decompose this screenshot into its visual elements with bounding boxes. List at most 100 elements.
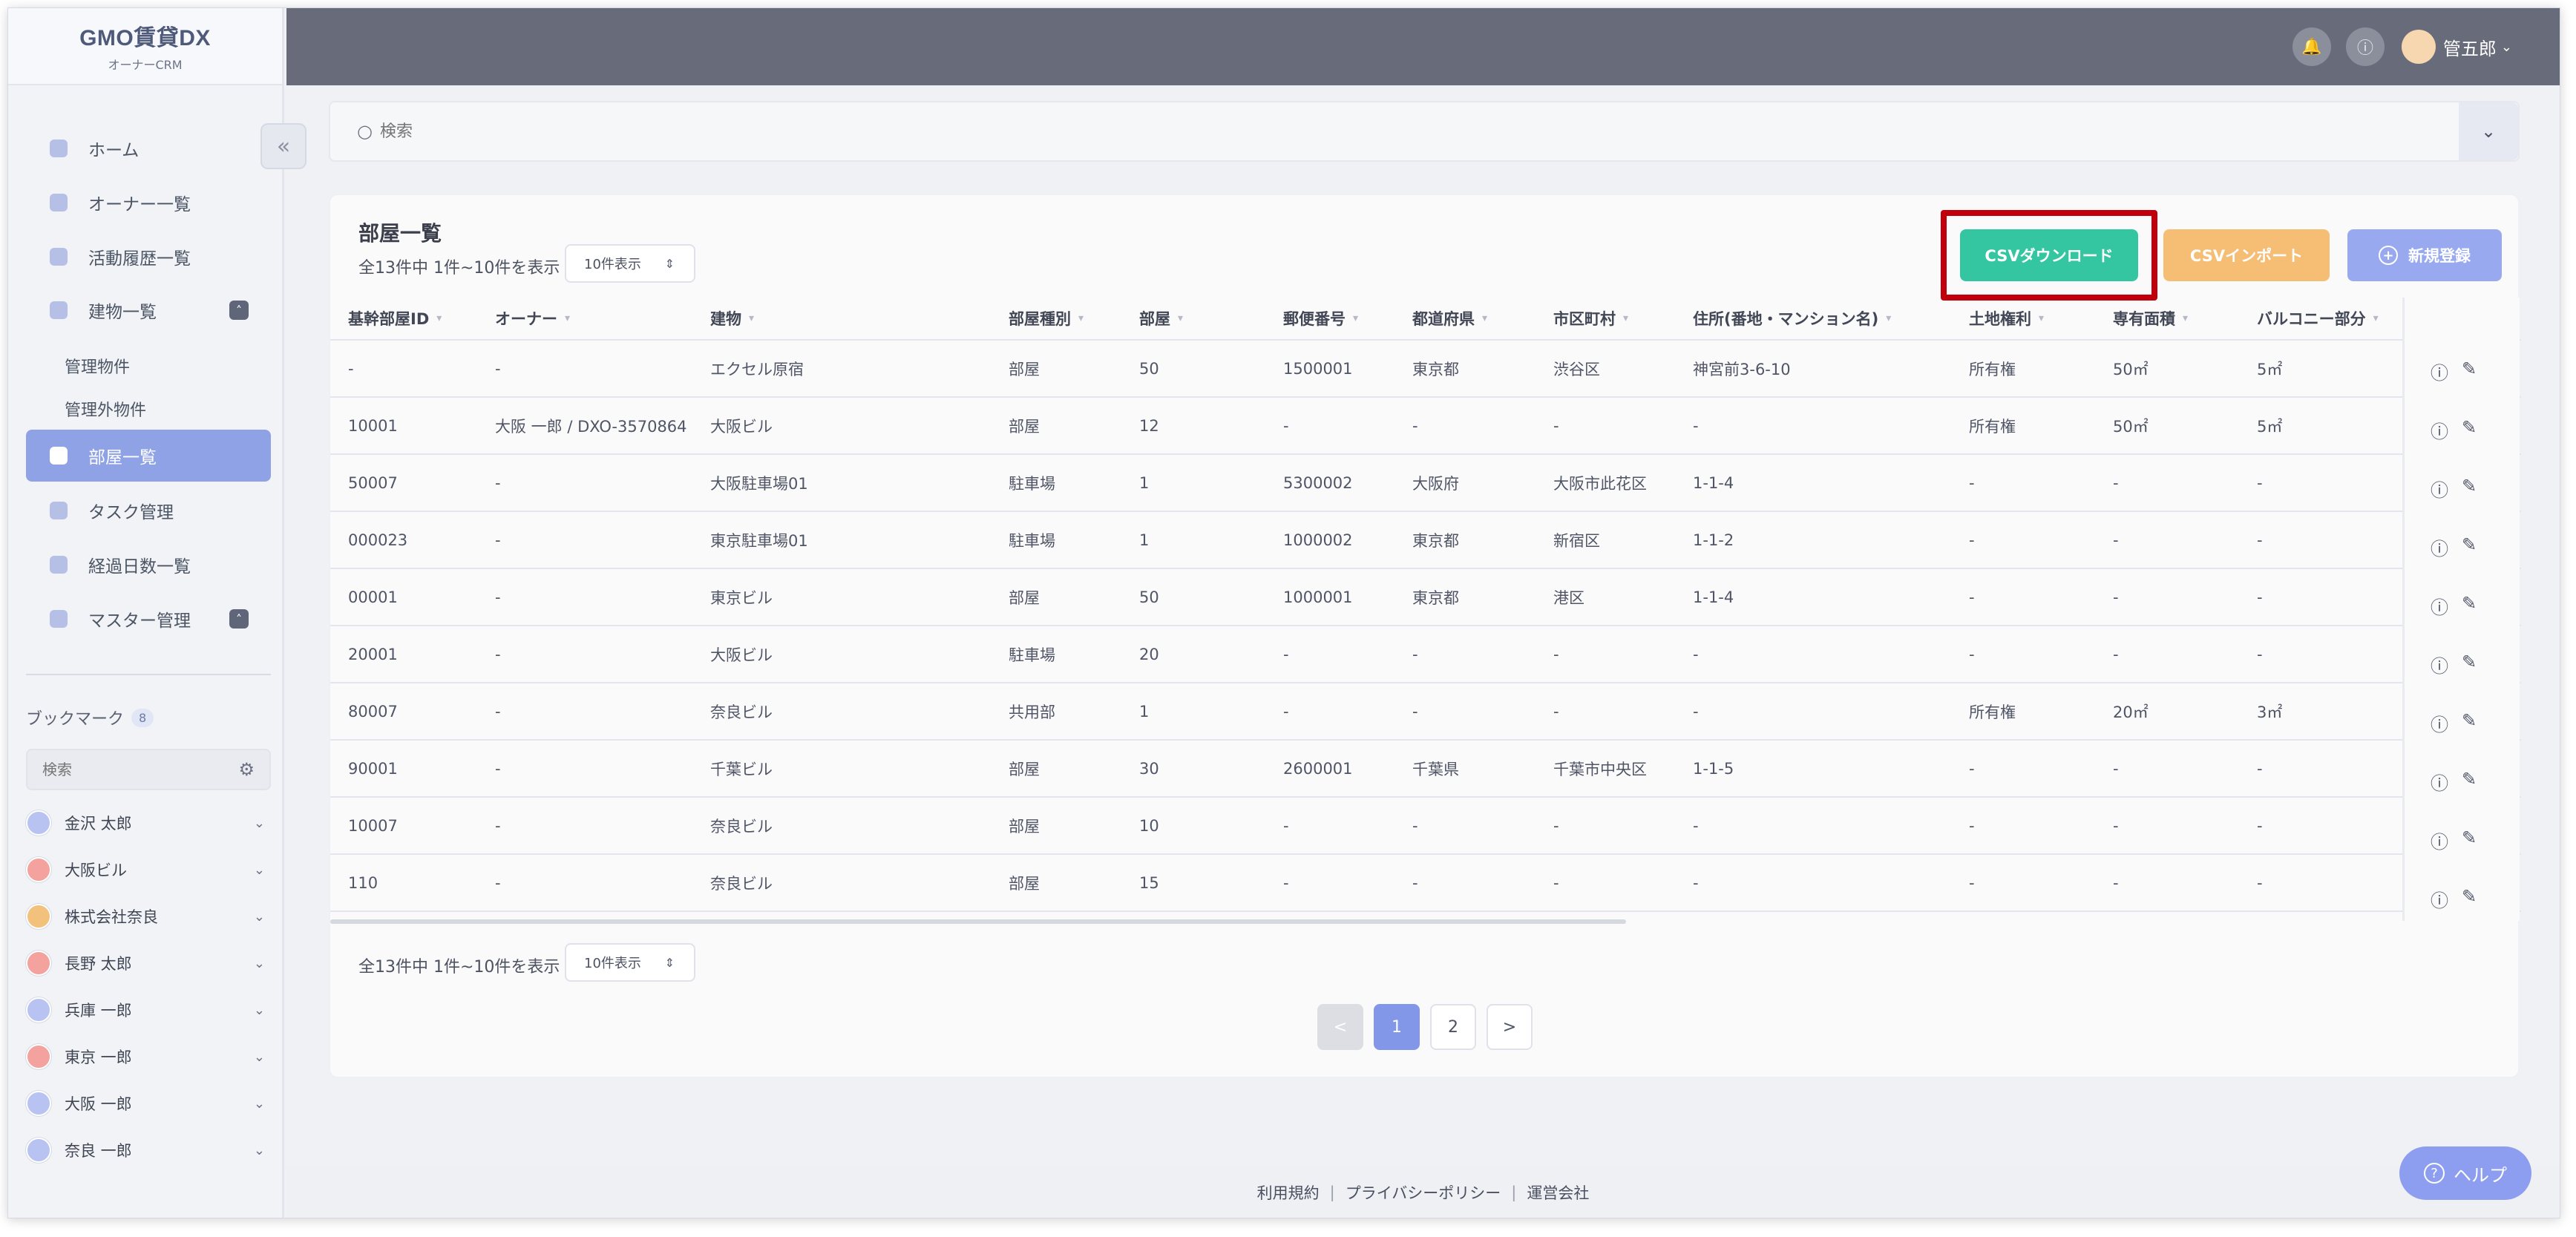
- table-row[interactable]: 20001 - 大阪ビル 駐車場 20 - - - - - - -: [330, 626, 2521, 683]
- edit-icon[interactable]: ✎: [2462, 827, 2477, 853]
- table-row[interactable]: 90001 - 千葉ビル 部屋 30 2600001 千葉県 千葉市中央区 1-1-5 - - -: [330, 741, 2521, 798]
- col-header[interactable]: 建物 ▾: [710, 298, 754, 339]
- col-header[interactable]: 都道府県 ▾: [1412, 298, 1487, 339]
- col-header[interactable]: 専有面積 ▾: [2113, 298, 2188, 339]
- edit-icon[interactable]: ✎: [2462, 710, 2477, 736]
- sidebar-item-label: オーナー一覧: [88, 195, 191, 214]
- privacy-link[interactable]: プライバシーポリシー: [1346, 1181, 1501, 1204]
- table-row[interactable]: 10001 大阪 一郎 / DXO-3570864 大阪ビル 部屋 12 - - - - 所有権 5…: [330, 398, 2521, 455]
- chevron-down-icon[interactable]: ⌄: [254, 1096, 265, 1112]
- chevron-down-icon[interactable]: ⌄: [254, 816, 265, 831]
- col-land-right: -: [1969, 473, 1975, 492]
- bookmark-search[interactable]: ⚙: [26, 749, 271, 790]
- info-icon[interactable]: ⓘ: [2431, 652, 2448, 677]
- info-icon[interactable]: ⓘ: [2431, 710, 2448, 736]
- table-row[interactable]: - - エクセル原宿 部屋 50 1500001 東京都 渋谷区 神宮前3-6-10 所有権 50㎡…: [330, 341, 2521, 398]
- sidebar-item-activity[interactable]: 活動履歴一覧: [26, 231, 271, 283]
- edit-icon[interactable]: ✎: [2462, 358, 2477, 384]
- sidebar-item-owners[interactable]: オーナー一覧: [26, 177, 271, 229]
- bookmark-item[interactable]: 大阪 一郎 ⌄: [26, 1083, 271, 1124]
- logo[interactable]: GMO賃貸DX オーナーCRM: [8, 8, 282, 85]
- filter-icon[interactable]: ⚙: [238, 759, 255, 780]
- collapse-toggle-icon[interactable]: ˄: [229, 609, 249, 629]
- info-icon[interactable]: ⓘ: [2431, 886, 2448, 912]
- bookmark-item[interactable]: 奈良 一郎 ⌄: [26, 1129, 271, 1171]
- col-header[interactable]: 部屋種別 ▾: [1009, 298, 1084, 339]
- chevron-down-icon[interactable]: ⌄: [254, 956, 265, 971]
- bookmark-item[interactable]: 兵庫 一郎 ⌄: [26, 989, 271, 1031]
- page-button[interactable]: 1: [1374, 1004, 1420, 1050]
- table-row[interactable]: 80007 - 奈良ビル 共用部 1 - - - - 所有権 20㎡ 3㎡: [330, 683, 2521, 741]
- info-icon[interactable]: ⓘ: [2346, 27, 2385, 66]
- new-register-button[interactable]: + 新規登録: [2347, 229, 2502, 281]
- bookmark-label: 長野 太郎: [65, 955, 132, 973]
- bell-icon[interactable]: 🔔: [2292, 27, 2331, 66]
- task-icon: [50, 502, 68, 519]
- col-area: 50㎡: [2113, 417, 2149, 436]
- csv-import-button[interactable]: CSVインポート: [2163, 229, 2330, 281]
- terms-link[interactable]: 利用規約: [1257, 1181, 1320, 1204]
- chevron-down-icon[interactable]: ⌄: [254, 1003, 265, 1018]
- next-page-button[interactable]: >: [1487, 1004, 1533, 1050]
- sidebar-subitem-managed[interactable]: 管理物件: [65, 354, 130, 378]
- table-row[interactable]: 10007 - 奈良ビル 部屋 10 - - - - - - -: [330, 798, 2521, 855]
- per-page-select[interactable]: 10件表示 ⇕: [565, 943, 695, 982]
- info-icon[interactable]: ⓘ: [2431, 358, 2448, 384]
- bookmark-search-input[interactable]: [42, 761, 220, 778]
- help-button[interactable]: ? ヘルプ: [2399, 1146, 2531, 1200]
- bookmark-item[interactable]: 長野 太郎 ⌄: [26, 942, 271, 984]
- sidebar-item-buildings[interactable]: 建物一覧 ˄: [26, 284, 271, 336]
- info-icon[interactable]: ⓘ: [2431, 827, 2448, 853]
- edit-icon[interactable]: ✎: [2462, 534, 2477, 560]
- collapse-toggle-icon[interactable]: ˄: [229, 301, 249, 320]
- info-icon[interactable]: ⓘ: [2431, 417, 2448, 443]
- table-row[interactable]: 00001 - 東京ビル 部屋 50 1000001 東京都 港区 1-1-4 - - -: [330, 569, 2521, 626]
- sidebar-item-elapsed[interactable]: 経過日数一覧: [26, 539, 271, 591]
- horizontal-scrollbar[interactable]: [330, 919, 1626, 924]
- col-header[interactable]: バルコニー部分 ▾: [2257, 298, 2379, 339]
- col-land-right: -: [1969, 816, 1975, 835]
- sidebar-item-home[interactable]: ホーム: [26, 122, 271, 174]
- col-header[interactable]: 住所(番地・マンション名) ▾: [1693, 298, 1891, 339]
- collapse-sidebar-button[interactable]: «: [260, 123, 307, 169]
- table-row[interactable]: 000023 - 東京駐車場01 駐車場 1 1000002 東京都 新宿区 1-1-2 - - -: [330, 512, 2521, 569]
- col-header[interactable]: 基幹部屋ID ▾: [348, 298, 442, 339]
- sidebar-item-rooms[interactable]: 部屋一覧: [26, 430, 271, 482]
- sidebar-subitem-unmanaged[interactable]: 管理外物件: [65, 397, 146, 421]
- col-header[interactable]: 郵便番号 ▾: [1283, 298, 1358, 339]
- table-row[interactable]: 50007 - 大阪駐車場01 駐車場 1 5300002 大阪府 大阪市此花区 1-1-4 - -…: [330, 455, 2521, 512]
- col-header[interactable]: 市区町村 ▾: [1553, 298, 1628, 339]
- chevron-down-icon[interactable]: ⌄: [254, 1049, 265, 1065]
- edit-icon[interactable]: ✎: [2462, 652, 2477, 677]
- table-row[interactable]: 110 - 奈良ビル 部屋 15 - - - - - - -: [330, 855, 2521, 912]
- search-input[interactable]: [379, 122, 2384, 141]
- edit-icon[interactable]: ✎: [2462, 476, 2477, 502]
- page-button[interactable]: 2: [1430, 1004, 1476, 1050]
- chevron-down-icon[interactable]: ⌄: [254, 862, 265, 878]
- info-icon[interactable]: ⓘ: [2431, 769, 2448, 795]
- sidebar-item-tasks[interactable]: タスク管理: [26, 485, 271, 537]
- bookmark-item[interactable]: 金沢 太郎 ⌄: [26, 802, 271, 844]
- search-expand-button[interactable]: ⌄: [2459, 102, 2518, 160]
- info-icon[interactable]: ⓘ: [2431, 476, 2448, 502]
- edit-icon[interactable]: ✎: [2462, 886, 2477, 912]
- per-page-select[interactable]: 10件表示 ⇕: [565, 244, 695, 283]
- edit-icon[interactable]: ✎: [2462, 593, 2477, 619]
- col-header[interactable]: 土地権利 ▾: [1969, 298, 2044, 339]
- bookmark-item[interactable]: 東京 一郎 ⌄: [26, 1036, 271, 1077]
- col-balcony: -: [2257, 759, 2263, 778]
- prev-page-button[interactable]: <: [1317, 1004, 1363, 1050]
- chevron-down-icon[interactable]: ⌄: [254, 1143, 265, 1158]
- user-menu[interactable]: 管五郎 ⌄: [2401, 27, 2512, 66]
- edit-icon[interactable]: ✎: [2462, 417, 2477, 443]
- col-header[interactable]: オーナー ▾: [495, 298, 570, 339]
- chevron-down-icon[interactable]: ⌄: [254, 909, 265, 925]
- company-link[interactable]: 運営会社: [1527, 1181, 1589, 1204]
- col-header[interactable]: 部屋 ▾: [1139, 298, 1183, 339]
- bookmark-item[interactable]: 株式会社奈良 ⌄: [26, 896, 271, 937]
- sidebar-item-master[interactable]: マスター管理 ˄: [26, 593, 271, 645]
- info-icon[interactable]: ⓘ: [2431, 534, 2448, 560]
- edit-icon[interactable]: ✎: [2462, 769, 2477, 795]
- info-icon[interactable]: ⓘ: [2431, 593, 2448, 619]
- bookmark-item[interactable]: 大阪ビル ⌄: [26, 849, 271, 890]
